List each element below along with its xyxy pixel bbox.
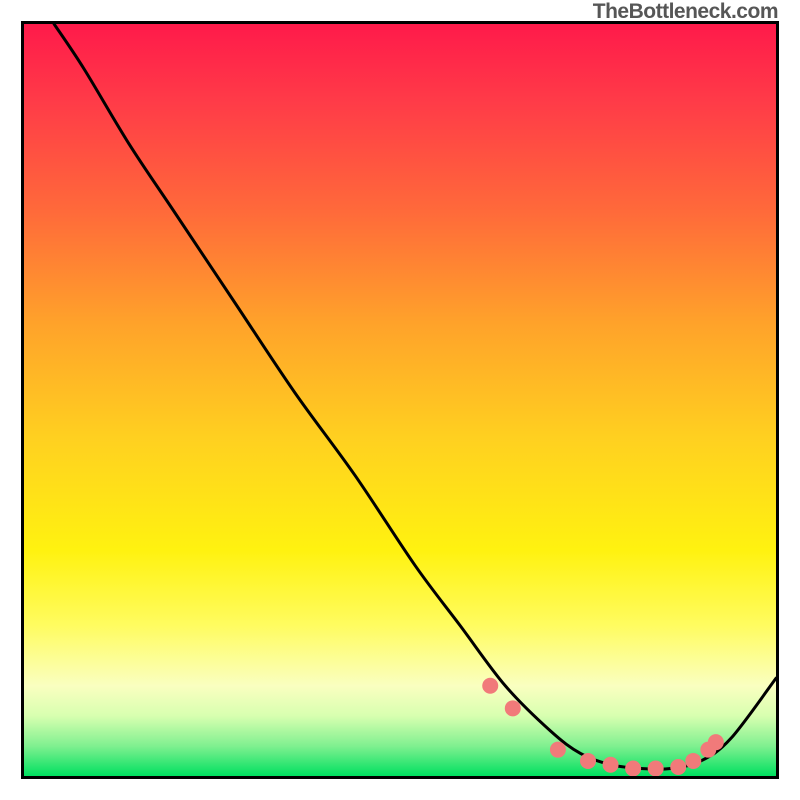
chart-container: TheBottleneck.com bbox=[0, 0, 800, 800]
plot-area bbox=[21, 21, 779, 779]
bottleneck-curve bbox=[54, 24, 776, 769]
chart-svg bbox=[24, 24, 776, 776]
